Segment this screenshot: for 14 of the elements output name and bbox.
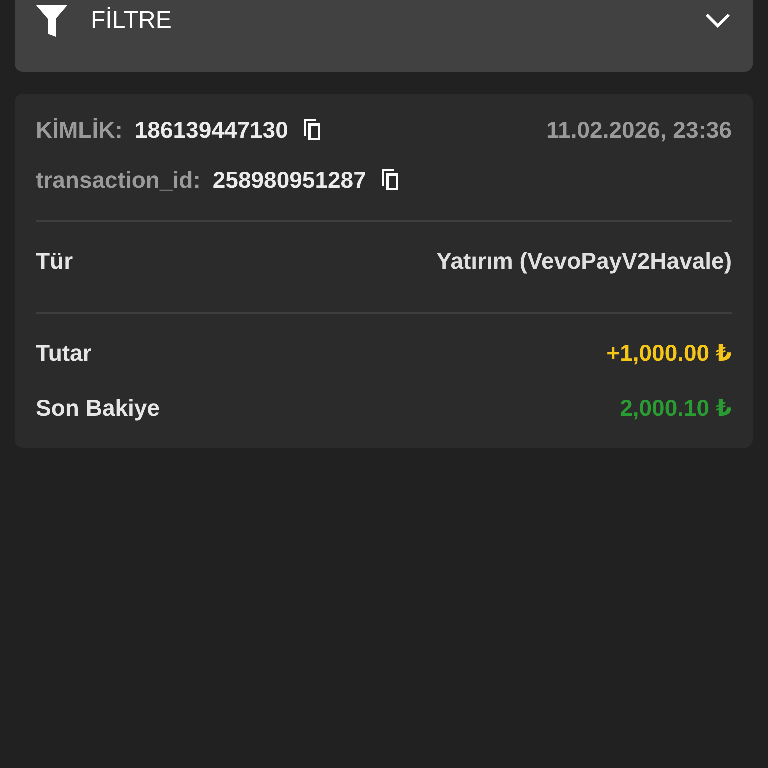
row-label: Son Bakiye — [36, 394, 160, 422]
transaction-date: 11.02.2026, 23:36 — [546, 116, 732, 144]
row-label: Tür — [36, 248, 74, 274]
filter-icon — [35, 4, 69, 38]
chevron-icon[interactable] — [705, 13, 731, 29]
id-value: 186139447130 — [134, 116, 288, 144]
transaction-id-label: transaction_id: — [36, 166, 201, 194]
row-label: Tutar — [36, 340, 92, 366]
filter-panel[interactable]: FİLTRE — [15, 0, 753, 72]
row-value: +1,000.00 ₺ — [606, 340, 732, 366]
row-value: 2,000.10 ₺ — [620, 394, 732, 422]
row-value: Yatırım (VevoPayV2Havale) — [436, 248, 732, 274]
id-label: KİMLİK: — [36, 116, 123, 144]
transaction-id-value: 258980951287 — [212, 166, 366, 194]
